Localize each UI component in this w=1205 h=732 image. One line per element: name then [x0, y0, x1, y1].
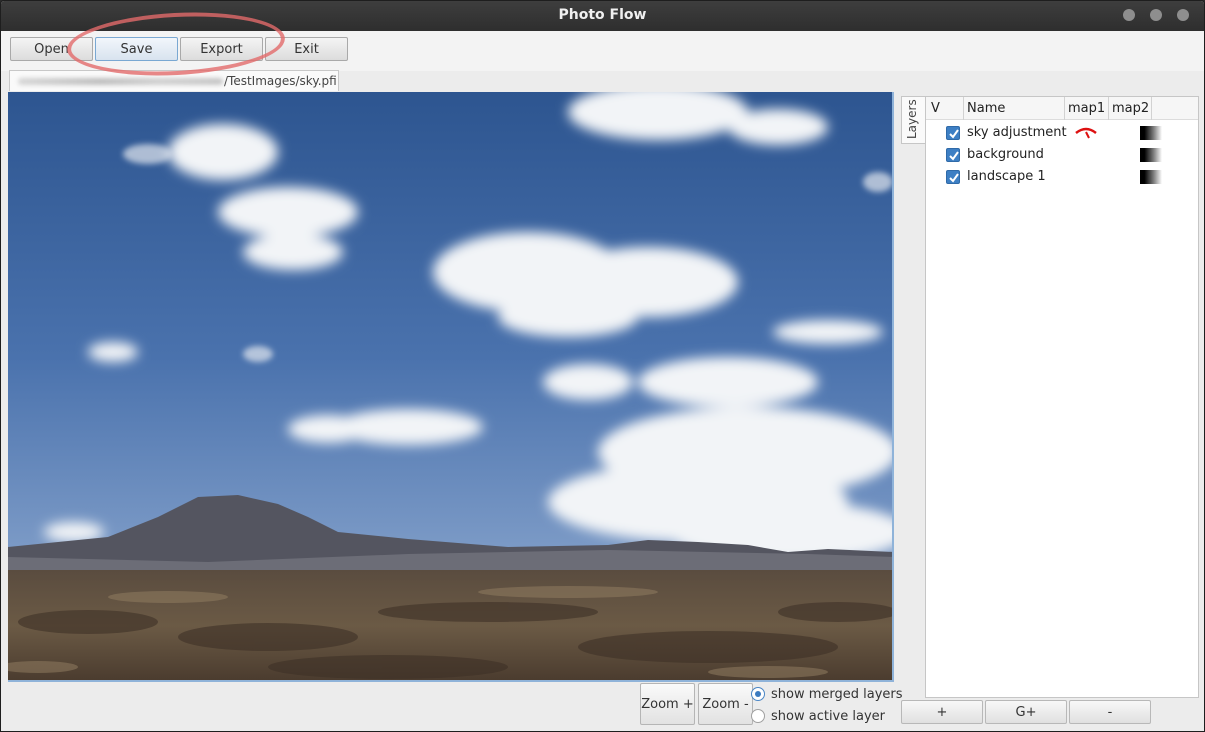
layers-sidebar: Layers V Name map1 map2 sky adjustment b… — [898, 92, 1202, 729]
image-canvas[interactable] — [8, 92, 894, 682]
gradient-mask-icon[interactable] — [1140, 148, 1162, 162]
show-merged-option[interactable]: show merged layers — [751, 684, 903, 704]
title-bar[interactable]: Photo Flow — [1, 1, 1204, 31]
layer-row[interactable]: landscape 1 — [926, 166, 1198, 188]
toolbar: Open Save Export Exit — [1, 31, 1204, 71]
layers-header: V Name map1 map2 — [926, 97, 1198, 120]
column-visible[interactable]: V — [931, 101, 940, 116]
tab-layers[interactable]: Layers — [901, 96, 925, 144]
save-button[interactable]: Save — [95, 37, 178, 61]
remove-layer-button[interactable]: - — [1069, 700, 1151, 724]
zoom-out-button[interactable]: Zoom - — [698, 683, 753, 725]
app-window: Photo Flow Open Save Export Exit /TestIm… — [0, 0, 1205, 732]
radio-selected-icon[interactable] — [751, 687, 765, 701]
window-title: Photo Flow — [558, 7, 647, 23]
gradient-mask-icon[interactable] — [1140, 126, 1162, 140]
red-gauge-icon[interactable] — [1073, 125, 1099, 141]
photo-preview — [8, 92, 892, 680]
layer-visible-checkbox[interactable] — [946, 170, 960, 184]
add-layer-button[interactable]: + — [901, 700, 983, 724]
layer-visible-checkbox[interactable] — [946, 148, 960, 162]
column-name[interactable]: Name — [967, 101, 1005, 116]
document-path: /TestImages/sky.pfi — [224, 74, 337, 88]
layer-name: sky adjustment — [967, 125, 1067, 140]
show-active-option[interactable]: show active layer — [751, 706, 885, 726]
document-tab[interactable]: /TestImages/sky.pfi — [9, 70, 339, 91]
radio-unselected-icon[interactable] — [751, 709, 765, 723]
exit-button[interactable]: Exit — [265, 37, 348, 61]
layer-row[interactable]: sky adjustment — [926, 122, 1198, 144]
export-button[interactable]: Export — [180, 37, 263, 61]
layers-tab-label: Layers — [905, 99, 919, 139]
open-button[interactable]: Open — [10, 37, 93, 61]
column-map2[interactable]: map2 — [1112, 101, 1149, 116]
layer-name: background — [967, 147, 1044, 162]
minimize-icon[interactable] — [1123, 9, 1135, 21]
column-map1[interactable]: map1 — [1068, 101, 1105, 116]
layer-row[interactable]: background — [926, 144, 1198, 166]
show-merged-label: show merged layers — [771, 686, 903, 702]
layer-visible-checkbox[interactable] — [946, 126, 960, 140]
redacted-path — [18, 78, 223, 85]
maximize-icon[interactable] — [1150, 9, 1162, 21]
zoom-in-button[interactable]: Zoom + — [640, 683, 695, 725]
layer-name: landscape 1 — [967, 169, 1046, 184]
layers-list: V Name map1 map2 sky adjustment backgrou… — [925, 96, 1199, 698]
close-icon[interactable] — [1177, 9, 1189, 21]
show-active-label: show active layer — [771, 708, 885, 724]
add-group-button[interactable]: G+ — [985, 700, 1067, 724]
gradient-mask-icon[interactable] — [1140, 170, 1162, 184]
